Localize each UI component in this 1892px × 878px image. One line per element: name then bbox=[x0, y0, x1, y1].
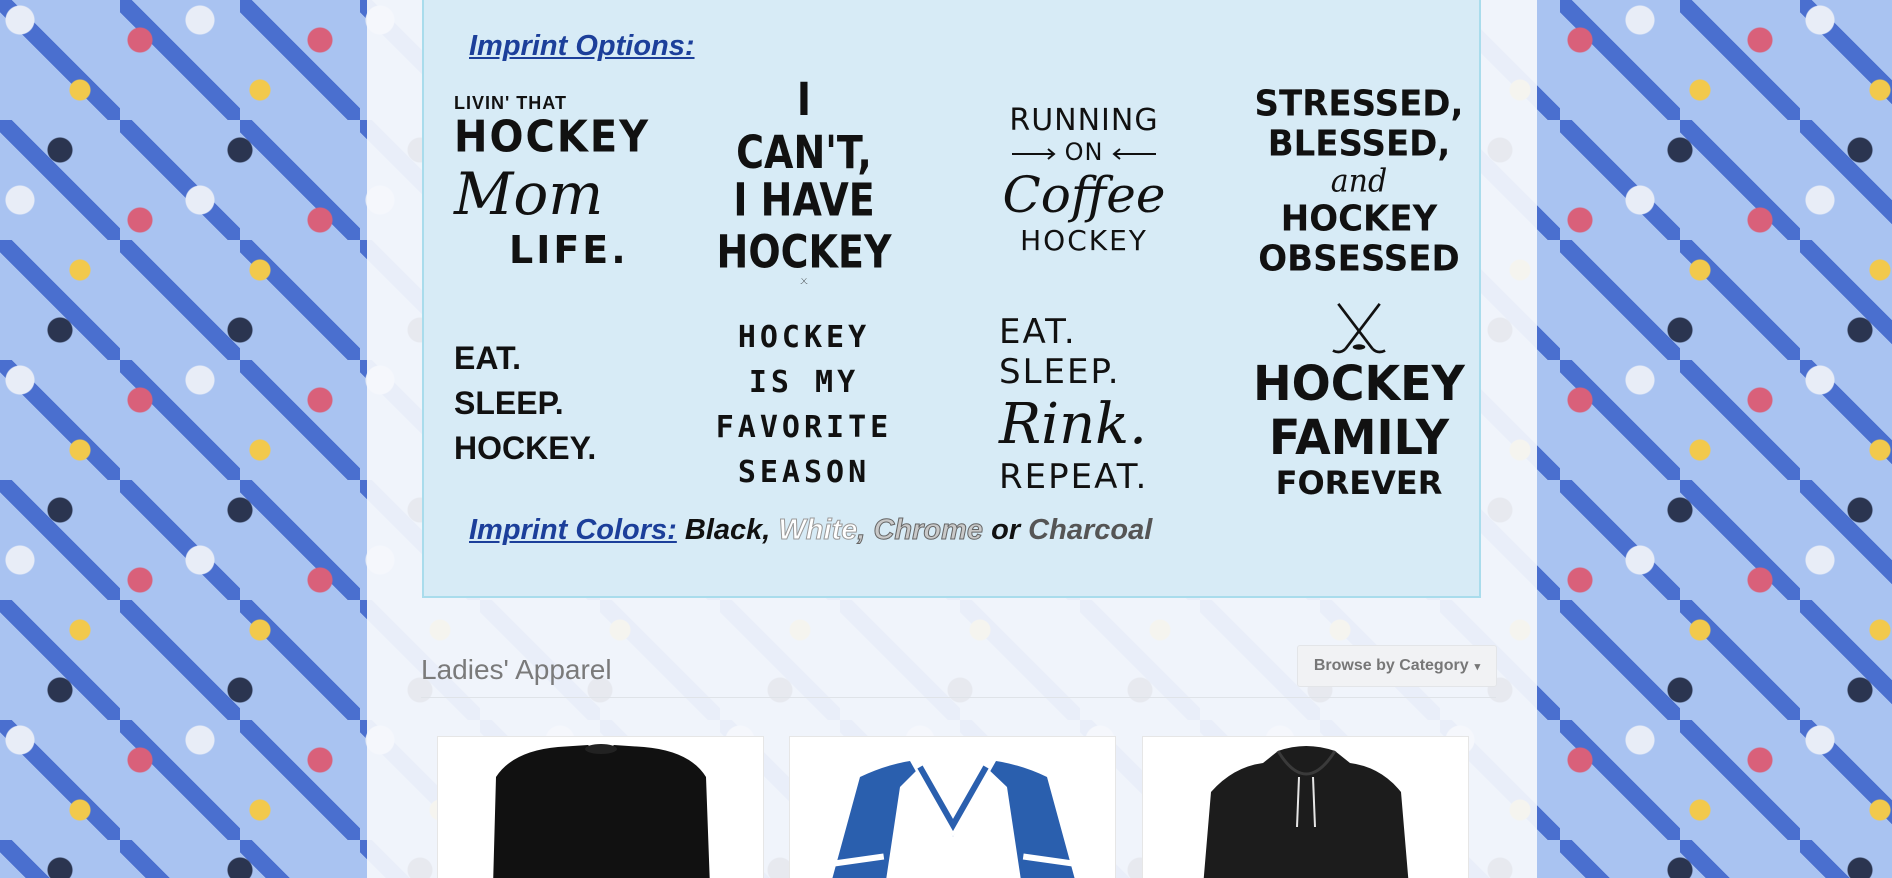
color-white: White bbox=[778, 514, 858, 547]
imprint-colors-line: Imprint Colors: Black, White, Chrome or … bbox=[469, 514, 1152, 547]
design-line: LIVIN' THAT bbox=[454, 92, 567, 113]
design-line: FOREVER bbox=[1275, 464, 1443, 502]
design-line: HOCKEY bbox=[1280, 197, 1438, 240]
design-line: STRESSED, bbox=[1254, 82, 1464, 125]
black-crewneck-sweatshirt-image bbox=[493, 744, 710, 878]
product-card[interactable] bbox=[789, 736, 1116, 878]
design-line: HOCKEY bbox=[716, 225, 892, 279]
design-line: HOCKEY. bbox=[454, 429, 597, 466]
crossed-sticks-icon bbox=[800, 278, 808, 284]
design-line: I HAVE bbox=[733, 173, 875, 227]
browse-by-category-label: Browse by Category bbox=[1313, 657, 1469, 674]
design-line: I CAN'T, bbox=[736, 73, 872, 179]
section-divider bbox=[421, 697, 1496, 698]
design-line: HOCKEY bbox=[1253, 354, 1465, 412]
design-line: Coffee bbox=[1002, 166, 1166, 224]
design-line: HOCKEY bbox=[737, 320, 871, 355]
design-i-cant-i-have-hockey[interactable]: I CAN'T, I HAVE HOCKEY bbox=[717, 73, 891, 284]
design-line: HOCKEY bbox=[454, 111, 651, 162]
design-line: HOCKEY bbox=[1020, 224, 1148, 257]
design-line: RUNNING bbox=[1009, 103, 1159, 138]
design-line: IS MY bbox=[748, 365, 860, 400]
design-line: SLEEP. bbox=[999, 351, 1121, 392]
product-card[interactable] bbox=[1142, 736, 1469, 878]
design-line: BLESSED, bbox=[1267, 122, 1451, 165]
design-hockey-mom-life[interactable]: LIVIN' THAT HOCKEY Mom LIFE. bbox=[454, 92, 648, 272]
design-line: SLEEP. bbox=[454, 384, 564, 421]
product-card[interactable] bbox=[437, 736, 764, 878]
arrow-left-icon bbox=[1011, 148, 1056, 160]
design-line: Rink. bbox=[999, 391, 1147, 457]
imprint-options-panel: Imprint Options: LIVIN' THAT HOCKEY Mom … bbox=[422, 0, 1481, 598]
design-stressed-blessed-hockey-obsessed[interactable]: STRESSED, BLESSED, and HOCKEY OBSESSED bbox=[1255, 83, 1464, 280]
color-charcoal: Charcoal bbox=[1028, 514, 1153, 546]
arrow-right-icon bbox=[1112, 148, 1157, 160]
design-running-on-coffee[interactable]: RUNNING ON Coffee HOCKEY bbox=[999, 100, 1169, 260]
design-hockey-family-forever[interactable]: HOCKEY FAMILY FOREVER bbox=[1253, 302, 1465, 502]
color-or: or bbox=[991, 514, 1021, 546]
browse-by-category-button[interactable]: Browse by Category ▾ bbox=[1297, 645, 1497, 687]
black-hoodie-image bbox=[1203, 746, 1409, 878]
section-title: Ladies' Apparel bbox=[421, 654, 612, 685]
design-eat-sleep-hockey[interactable]: EAT. SLEEP. HOCKEY. bbox=[454, 338, 624, 468]
crossed-sticks-icon bbox=[1332, 302, 1386, 354]
color-black: Black, bbox=[684, 514, 771, 546]
caret-down-icon: ▾ bbox=[1474, 660, 1481, 673]
design-line: FAVORITE bbox=[715, 410, 893, 445]
color-chrome: , Chrome bbox=[857, 514, 984, 547]
imprint-options-heading: Imprint Options: bbox=[469, 30, 695, 62]
design-hockey-is-my-favorite-season[interactable]: HOCKEY IS MY FAVORITE SEASON bbox=[716, 320, 889, 490]
design-line: and bbox=[1330, 162, 1388, 200]
design-line: ON bbox=[1011, 138, 1157, 166]
design-line: SEASON bbox=[737, 455, 871, 490]
design-line: Mom bbox=[454, 159, 604, 228]
raglan-vneck-shirt-image bbox=[832, 761, 1075, 878]
design-line: FAMILY bbox=[1268, 408, 1450, 466]
design-line: EAT. bbox=[454, 339, 521, 376]
design-line: EAT. bbox=[999, 311, 1077, 352]
imprint-colors-label: Imprint Colors: bbox=[469, 514, 677, 546]
design-line: LIFE. bbox=[509, 227, 629, 272]
design-line: OBSESSED bbox=[1258, 237, 1460, 280]
design-eat-sleep-rink-repeat[interactable]: EAT. SLEEP. Rink. REPEAT. bbox=[999, 310, 1169, 498]
design-line: REPEAT. bbox=[999, 456, 1149, 497]
